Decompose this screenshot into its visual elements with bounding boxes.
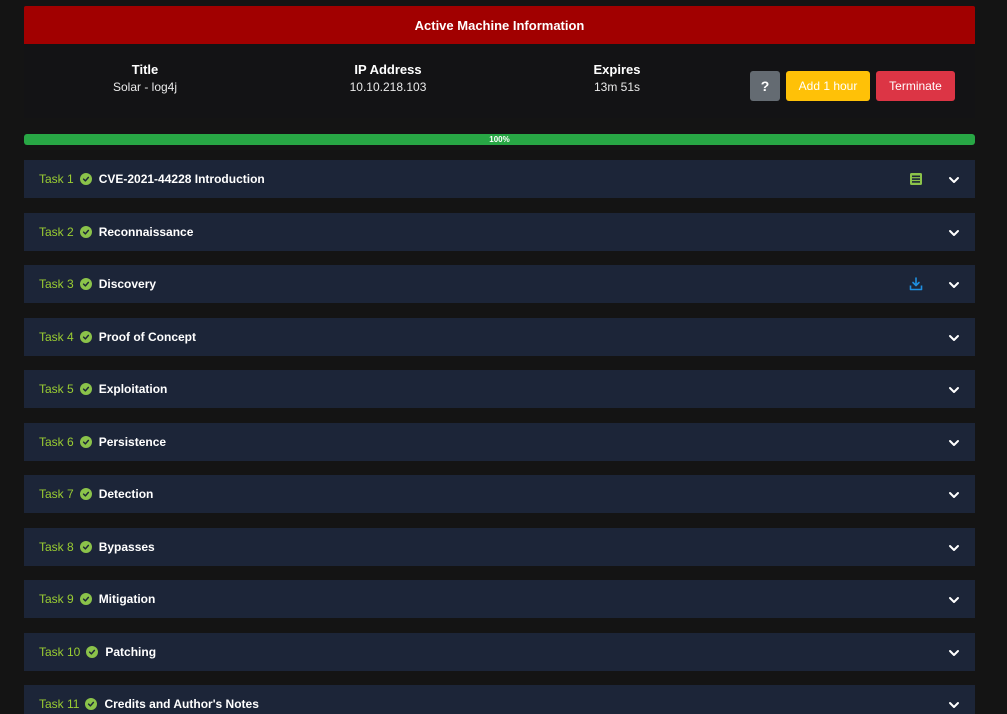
task-number: Task 11: [39, 697, 80, 711]
check-circle-icon: [79, 436, 92, 448]
task-row[interactable]: Task 4 Proof of Concept: [24, 318, 975, 356]
check-circle-icon: [79, 593, 92, 605]
task-number: Task 7: [39, 487, 74, 501]
task-number: Task 1: [39, 172, 74, 186]
machine-title-info: Title Solar - log4j: [45, 61, 245, 95]
expires-value: 13m 51s: [593, 80, 641, 94]
check-circle-icon: [85, 698, 98, 710]
task-title: Proof of Concept: [98, 330, 197, 344]
check-circle-icon: [86, 646, 99, 658]
task-title: Exploitation: [98, 382, 168, 396]
add-hour-button[interactable]: Add 1 hour: [786, 71, 870, 101]
task-number: Task 4: [39, 330, 74, 344]
task-row[interactable]: Task 5 Exploitation: [24, 370, 975, 408]
help-button[interactable]: ?: [750, 71, 780, 101]
expires-label: Expires: [593, 62, 641, 77]
check-circle-icon: [79, 488, 92, 500]
task-row[interactable]: Task 10 Patching: [24, 633, 975, 671]
machine-expires-info: Expires 13m 51s: [517, 61, 717, 95]
task-row[interactable]: Task 8 Bypasses: [24, 528, 975, 566]
progress-fill: 100%: [24, 134, 975, 145]
chevron-down-icon[interactable]: [948, 436, 960, 448]
chevron-down-icon[interactable]: [948, 698, 960, 710]
chevron-down-icon[interactable]: [948, 646, 960, 658]
task-number: Task 6: [39, 435, 74, 449]
task-title: Detection: [98, 487, 154, 501]
task-title: Bypasses: [98, 540, 155, 554]
chevron-down-icon[interactable]: [948, 173, 960, 185]
progress-label: 100%: [489, 135, 510, 144]
task-title: Patching: [105, 645, 157, 659]
machine-title-label: Title: [131, 62, 159, 77]
task-row[interactable]: Task 1 CVE-2021-44228 Introduction: [24, 160, 975, 198]
task-row[interactable]: Task 6 Persistence: [24, 423, 975, 461]
task-row[interactable]: Task 9 Mitigation: [24, 580, 975, 618]
check-circle-icon: [79, 173, 92, 185]
chevron-down-icon[interactable]: [948, 541, 960, 553]
chevron-down-icon[interactable]: [948, 278, 960, 290]
task-number: Task 3: [39, 277, 74, 291]
list-icon[interactable]: [909, 172, 923, 186]
task-title: Mitigation: [98, 592, 156, 606]
task-number: Task 8: [39, 540, 74, 554]
task-row[interactable]: Task 7 Detection: [24, 475, 975, 513]
ip-address-value: 10.10.218.103: [349, 80, 427, 94]
chevron-down-icon[interactable]: [948, 488, 960, 500]
task-title: Persistence: [98, 435, 167, 449]
machine-ip-info: IP Address 10.10.218.103: [288, 61, 488, 95]
active-machine-heading: Active Machine Information: [414, 17, 585, 33]
room-progress-bar: 100%: [24, 134, 975, 145]
chevron-down-icon[interactable]: [948, 593, 960, 605]
task-row[interactable]: Task 2 Reconnaissance: [24, 213, 975, 251]
chevron-down-icon[interactable]: [948, 383, 960, 395]
chevron-down-icon[interactable]: [948, 226, 960, 238]
check-circle-icon: [79, 278, 92, 290]
terminate-button[interactable]: Terminate: [876, 71, 955, 101]
check-circle-icon: [79, 541, 92, 553]
task-title: Discovery: [98, 277, 157, 291]
task-row[interactable]: Task 3 Discovery: [24, 265, 975, 303]
task-row[interactable]: Task 11 Credits and Author's Notes: [24, 685, 975, 714]
task-title: Credits and Author's Notes: [104, 697, 259, 711]
ip-address-label: IP Address: [354, 62, 422, 77]
task-number: Task 10: [39, 645, 81, 659]
task-number: Task 9: [39, 592, 74, 606]
check-circle-icon: [79, 383, 92, 395]
chevron-down-icon[interactable]: [948, 331, 960, 343]
task-number: Task 5: [39, 382, 74, 396]
task-title: Reconnaissance: [98, 225, 194, 239]
task-title: CVE-2021-44228 Introduction: [98, 172, 265, 186]
machine-title-value: Solar - log4j: [112, 80, 178, 94]
task-number: Task 2: [39, 225, 74, 239]
page-wrapper: Active Machine Information Title Solar -…: [24, 6, 975, 714]
check-circle-icon: [79, 331, 92, 343]
check-circle-icon: [79, 226, 92, 238]
active-machine-header: Active Machine Information: [24, 6, 975, 44]
download-icon[interactable]: [909, 277, 923, 291]
